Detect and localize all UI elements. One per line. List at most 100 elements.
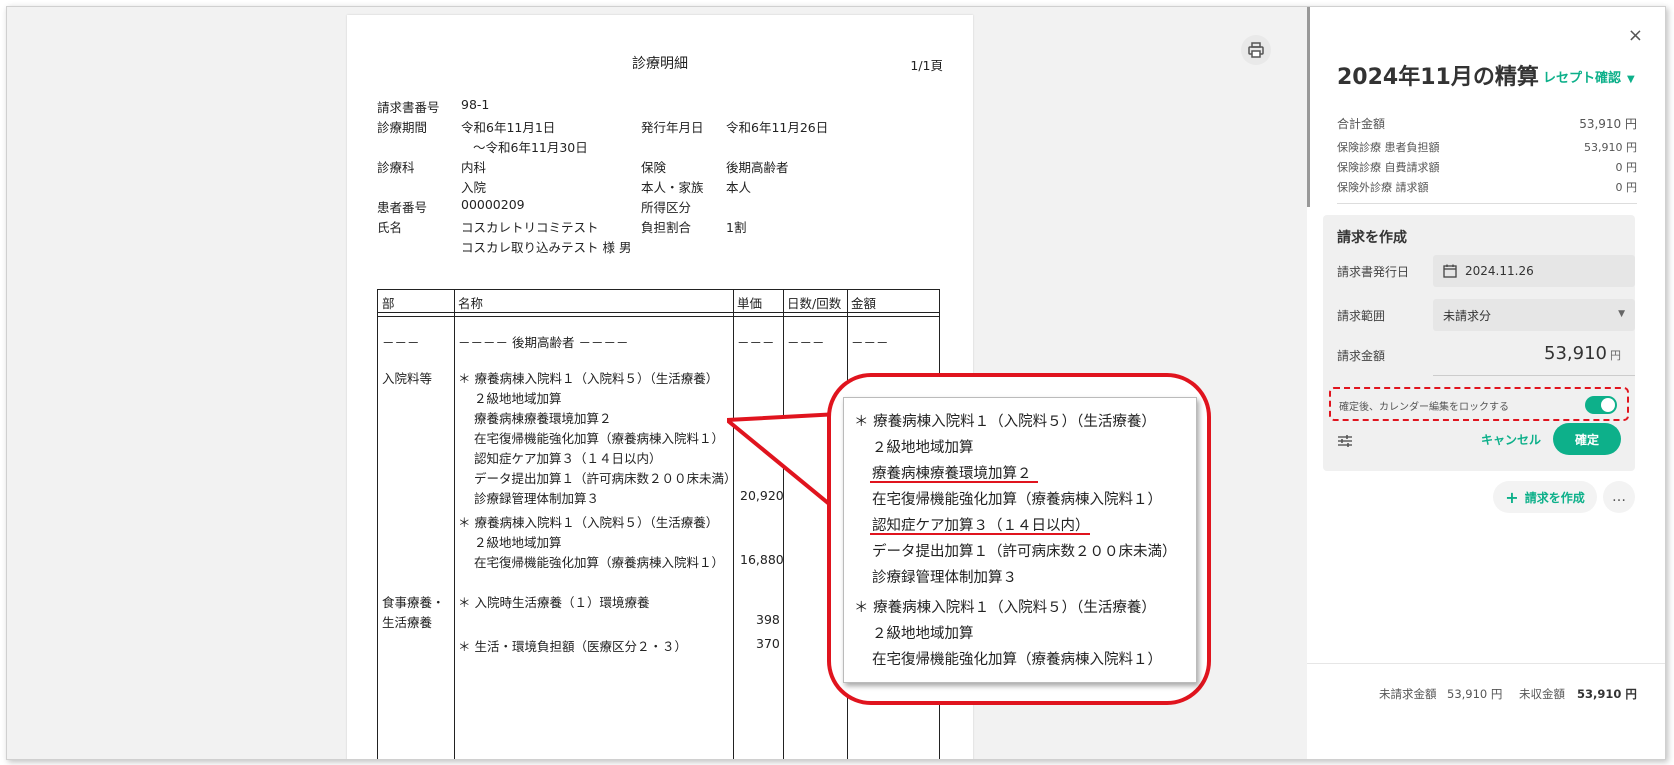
list-item: 在宅復帰機能強化加算（療養病棟入院料１） — [474, 555, 725, 570]
statement-title: 診療明細 — [632, 56, 688, 72]
highlight-underline — [870, 533, 1090, 535]
highlight-underline — [870, 481, 1038, 483]
zoom-line: ＊ 療養病棟入院料１（入院料５）（生活療養） — [854, 414, 1156, 430]
list-item: データ提出加算１（許可病床数２００床未満） — [474, 471, 737, 486]
list-item: 療養病棟療養環境加算２ — [474, 411, 612, 426]
create-invoice-label: 請求を作成 — [1524, 490, 1585, 505]
issue-date-field[interactable]: 2024.11.26 — [1433, 255, 1635, 287]
table-cell: －－－ — [851, 335, 889, 350]
unbilled-label: 未請求金額 — [1379, 687, 1437, 701]
list-item: ２級地地域加算 — [474, 391, 562, 406]
panel-footer: 未請求金額 53,910 円 未収金額 53,910 円 — [1307, 663, 1665, 759]
zoom-line: 在宅復帰機能強化加算（療養病棟入院料１） — [872, 652, 1162, 668]
list-item: ＊ 療養病棟入院料１（入院料５）（生活療養） — [458, 515, 719, 530]
income-label: 所得区分 — [641, 200, 692, 215]
settlement-panel: × 2024年11月の精算 レセプト確認 ▼ 合計金額 53,910 円 保険診療… — [1307, 7, 1665, 759]
zoom-line: ＊ 療養病棟入院料１（入院料５）（生活療養） — [854, 600, 1156, 616]
ins-patient-value: 53,910 円 — [1584, 141, 1637, 154]
zoom-line: データ提出加算１（許可病床数２００床未満） — [872, 544, 1177, 560]
caret-down-icon: ▼ — [1618, 309, 1625, 319]
sliders-icon[interactable] — [1337, 433, 1353, 452]
insurance: 後期高齢者 — [726, 160, 789, 175]
list-item: ＊ 生活・環境負担額（医療区分２・３） — [458, 639, 687, 654]
section-label: 生活療養 — [382, 615, 433, 630]
amount-value-wrap: 53,910 円 — [1544, 343, 1621, 364]
print-icon[interactable] — [1241, 35, 1271, 65]
ins-patient-label: 保険診療 患者負担額 — [1337, 141, 1440, 154]
admission: 入院 — [461, 180, 487, 195]
list-item: ＊ 療養病棟入院料１（入院料５）（生活療養） — [458, 371, 719, 386]
unit-price: 398 — [756, 612, 780, 627]
unit-price: 16,880 — [740, 552, 784, 567]
range-label: 請求範囲 — [1337, 309, 1386, 323]
patient-no-label: 患者番号 — [377, 200, 428, 215]
cancel-button[interactable]: キャンセル — [1481, 431, 1541, 448]
divider — [1433, 375, 1635, 376]
receipt-check-dropdown[interactable]: レセプト確認 ▼ — [1543, 67, 1635, 86]
uncollected-label: 未収金額 — [1519, 687, 1565, 701]
card-heading: 請求を作成 — [1337, 230, 1407, 246]
list-item: ２級地地域加算 — [474, 535, 562, 550]
zoom-line: 診療録管理体制加算３ — [872, 570, 1017, 586]
toggle-knob — [1601, 398, 1615, 412]
summary-ins-patient: 保険診療 患者負担額 53,910 円 — [1337, 139, 1637, 155]
amount-label: 請求金額 — [1337, 349, 1386, 363]
list-item: 診療録管理体制加算３ — [474, 491, 600, 506]
unit-price: 370 — [756, 636, 780, 651]
zoom-line: 療養病棟療養環境加算２ — [872, 466, 1032, 482]
insurance-label: 保険 — [641, 160, 667, 175]
list-item: ＊ 入院時生活療養（１）環境療養 — [458, 595, 650, 610]
zoomed-excerpt: ＊ 療養病棟入院料１（入院料５）（生活療養） ２級地地域加算 療養病棟療養環境加… — [843, 397, 1197, 683]
table-header: 名称 — [458, 296, 484, 311]
zoom-line: ２級地地域加算 — [872, 440, 974, 456]
patient-name-kana: コスカレ取り込みテスト 様 男 — [461, 240, 632, 255]
amount-value: 53,910 — [1544, 343, 1607, 364]
lock-calendar-label: 確定後、カレンダー編集をロックする — [1339, 402, 1509, 413]
page-number: 1/1頁 — [910, 58, 943, 73]
ins-self-value: 0 円 — [1615, 161, 1638, 174]
family-label: 本人・家族 — [641, 180, 704, 195]
patient-no: 00000209 — [461, 197, 525, 212]
dept: 内科 — [461, 160, 487, 175]
close-icon[interactable]: × — [1628, 25, 1643, 46]
scrollbar[interactable] — [1307, 7, 1310, 207]
invoice-no: 98-1 — [461, 97, 490, 112]
family: 本人 — [726, 180, 752, 195]
summary-ins-self: 保険診療 自費請求額 0 円 — [1337, 159, 1637, 175]
list-item: 認知症ケア加算３（１４日以内） — [474, 451, 662, 466]
issue-date-value: 2024.11.26 — [1465, 264, 1534, 278]
lock-calendar-option: 確定後、カレンダー編集をロックする — [1329, 387, 1629, 421]
divider — [1337, 203, 1637, 204]
range-select[interactable]: 未請求分 ▼ — [1433, 299, 1635, 331]
dept-label: 診療科 — [377, 160, 415, 175]
uncollected-value: 53,910 円 — [1577, 687, 1637, 701]
summary-non-ins: 保険外診療 請求額 0 円 — [1337, 179, 1637, 195]
confirm-button[interactable]: 確定 — [1553, 423, 1621, 455]
zoom-line: 認知症ケア加算３（１４日以内） — [872, 518, 1090, 534]
issue-date-label: 請求書発行日 — [1337, 265, 1410, 279]
section-label: 食事療養・ — [382, 595, 445, 610]
non-ins-value: 0 円 — [1615, 181, 1638, 194]
section-label: 入院料等 — [382, 371, 433, 386]
table-header: 単価 — [737, 296, 763, 311]
invoice-no-label: 請求書番号 — [377, 100, 440, 115]
create-invoice-button[interactable]: + 請求を作成 — [1493, 481, 1597, 513]
period-to: ～令和6年11月30日 — [473, 140, 588, 155]
lock-calendar-toggle[interactable] — [1585, 396, 1617, 414]
issue-date: 令和6年11月26日 — [726, 120, 829, 135]
summary-total: 合計金額 53,910 円 — [1337, 115, 1637, 132]
period-label: 診療期間 — [377, 120, 428, 135]
calendar-icon — [1443, 264, 1457, 278]
table-cell: －－－－ 後期高齢者 －－－－ — [458, 335, 629, 350]
range-value: 未請求分 — [1443, 308, 1492, 323]
yen-unit: 円 — [1610, 349, 1621, 362]
period-from: 令和6年11月1日 — [461, 120, 556, 135]
name-label: 氏名 — [377, 220, 403, 235]
issue-date-label: 発行年月日 — [641, 120, 704, 135]
patient-name: コスカレトリコミテスト — [461, 220, 599, 235]
total-value: 53,910 円 — [1579, 117, 1637, 131]
more-icon[interactable]: … — [1603, 481, 1635, 513]
burden-label: 負担割合 — [641, 220, 692, 235]
list-item: 在宅復帰機能強化加算（療養病棟入院料１） — [474, 431, 725, 446]
non-ins-label: 保険外診療 請求額 — [1337, 181, 1429, 194]
